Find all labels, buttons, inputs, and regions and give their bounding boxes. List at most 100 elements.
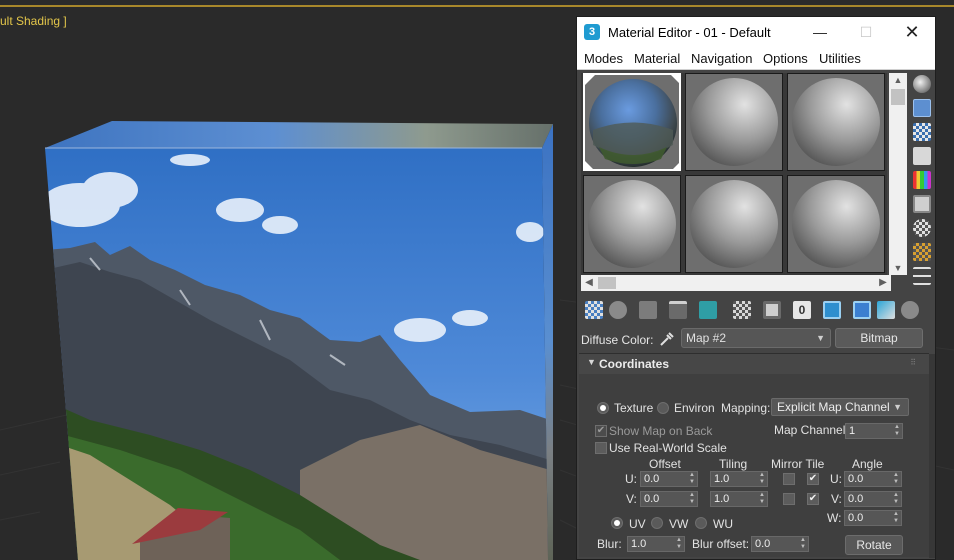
vw-label: VW — [669, 517, 689, 531]
sample-slot-3[interactable] — [787, 73, 885, 171]
close-button[interactable]: ✕ — [889, 17, 935, 48]
spinner-arrows-icon[interactable]: ▲ ▼ — [894, 424, 900, 438]
tiling-v-value: 1.0 — [714, 493, 730, 505]
reset-map-icon[interactable] — [669, 301, 687, 319]
window-title: Material Editor - 01 - Default — [608, 25, 771, 40]
go-forward-to-sibling-icon[interactable] — [901, 301, 919, 319]
offset-v-spinner[interactable]: 0.0 ▲ ▼ — [640, 491, 698, 507]
menu-material[interactable]: Material — [634, 51, 680, 66]
blur-spinner[interactable]: 1.0 ▲ ▼ — [627, 536, 685, 552]
eyedropper-icon[interactable] — [657, 330, 675, 348]
spinner-arrows-icon[interactable]: ▲ ▼ — [893, 492, 899, 506]
scroll-up-arrow-icon[interactable]: ▲ — [889, 73, 907, 87]
blur-label: Blur: — [597, 537, 622, 551]
menu-utilities[interactable]: Utilities — [819, 51, 861, 66]
angle-u-value: 0.0 — [848, 473, 864, 485]
scroll-down-arrow-icon[interactable]: ▼ — [889, 261, 907, 275]
sample-slot-5[interactable] — [685, 175, 783, 273]
spinner-arrows-icon[interactable]: ▲ ▼ — [893, 472, 899, 486]
blur-offset-spinner[interactable]: 0.0 ▲ ▼ — [751, 536, 809, 552]
sample-type-sphere-icon[interactable] — [913, 75, 931, 93]
use-real-world-scale-label: Use Real-World Scale — [609, 441, 727, 455]
tile-u-checkbox[interactable]: ✔ — [807, 473, 819, 485]
map-channel-label: Map Channel: — [774, 423, 849, 437]
uv-radio[interactable] — [611, 517, 623, 529]
tile-v-checkbox[interactable]: ✔ — [807, 493, 819, 505]
spinner-arrows-icon[interactable]: ▲ ▼ — [689, 492, 695, 506]
angle-w-spinner[interactable]: 0.0 ▲ ▼ — [844, 510, 902, 526]
make-material-copy-icon[interactable] — [699, 301, 717, 319]
texture-radio[interactable] — [597, 402, 609, 414]
scroll-left-arrow-icon[interactable]: ◀ — [581, 275, 597, 291]
slots-vertical-scrollbar[interactable]: ▲ ▼ — [889, 73, 907, 275]
sample-slot-4[interactable] — [583, 175, 681, 273]
sample-slot-6[interactable] — [787, 175, 885, 273]
rotate-button[interactable]: Rotate — [845, 535, 903, 555]
get-material-icon[interactable] — [585, 301, 603, 319]
mirror-v-checkbox[interactable] — [783, 493, 795, 505]
angle-v-spinner[interactable]: 0.0 ▲ ▼ — [844, 491, 902, 507]
show-shaded-material-in-viewport-icon[interactable] — [823, 301, 841, 319]
menu-bar: Modes Material Navigation Options Utilit… — [577, 48, 935, 70]
show-map-on-back-label: Show Map on Back — [609, 424, 713, 438]
scroll-right-arrow-icon[interactable]: ▶ — [875, 275, 891, 291]
menu-options[interactable]: Options — [763, 51, 808, 66]
wu-radio[interactable] — [695, 517, 707, 529]
material-editor-window[interactable]: 3 Material Editor - 01 - Default — ☐ ✕ M… — [576, 16, 936, 560]
spinner-arrows-icon[interactable]: ▲ ▼ — [676, 537, 682, 551]
material-id-channel-icon[interactable]: 0 — [793, 301, 811, 319]
map-name-dropdown[interactable]: Map #2 ▼ — [681, 328, 831, 348]
mapping-dropdown[interactable]: Explicit Map Channel ▼ — [771, 398, 909, 416]
background-checker-icon[interactable] — [913, 123, 931, 141]
select-by-material-icon[interactable] — [913, 243, 931, 261]
make-preview-icon[interactable] — [913, 195, 931, 213]
menu-modes[interactable]: Modes — [584, 51, 623, 66]
title-bar[interactable]: 3 Material Editor - 01 - Default — ☐ ✕ — [577, 17, 935, 48]
map-name-value: Map #2 — [686, 331, 727, 345]
angle-u-spinner[interactable]: 0.0 ▲ ▼ — [844, 471, 902, 487]
make-unique-icon[interactable] — [733, 301, 751, 319]
sample-slot-2[interactable] — [685, 73, 783, 171]
gray-sphere-preview — [690, 180, 778, 268]
video-color-check-icon[interactable] — [913, 171, 931, 189]
offset-u-spinner[interactable]: 0.0 ▲ ▼ — [640, 471, 698, 487]
tiling-header: Tiling — [719, 457, 748, 471]
material-toolbar: 0 — [581, 299, 931, 321]
angle-v-value: 0.0 — [848, 493, 864, 505]
backlight-icon[interactable] — [913, 99, 931, 117]
material-map-navigator-icon[interactable] — [913, 267, 931, 285]
maximize-button[interactable]: ☐ — [843, 17, 889, 48]
rollout-header[interactable]: ▼ Coordinates ⠿ — [579, 354, 929, 374]
rollout-scrollbar[interactable] — [929, 354, 935, 558]
scroll-thumb[interactable] — [598, 277, 616, 289]
go-to-parent-icon[interactable] — [877, 301, 895, 319]
map-type-button[interactable]: Bitmap — [835, 328, 923, 348]
mirror-u-checkbox[interactable] — [783, 473, 795, 485]
sample-uv-tiling-icon[interactable] — [913, 147, 931, 165]
options-icon[interactable] — [913, 219, 931, 237]
environ-radio[interactable] — [657, 402, 669, 414]
spinner-arrows-icon[interactable]: ▲ ▼ — [759, 472, 765, 486]
spinner-arrows-icon[interactable]: ▲ ▼ — [893, 511, 899, 525]
spinner-arrows-icon[interactable]: ▲ ▼ — [800, 537, 806, 551]
diffuse-color-label: Diffuse Color: — [581, 333, 654, 347]
map-channel-spinner[interactable]: 1 ▲ ▼ — [845, 423, 903, 439]
tiling-v-spinner[interactable]: 1.0 ▲ ▼ — [710, 491, 768, 507]
spinner-arrows-icon[interactable]: ▲ ▼ — [759, 492, 765, 506]
v-label: V: — [626, 492, 637, 506]
assign-material-to-selection-icon[interactable] — [639, 301, 657, 319]
slots-horizontal-scrollbar[interactable]: ◀ ▶ — [581, 275, 891, 291]
angle-u-label: U: — [830, 472, 842, 486]
show-end-result-icon[interactable] — [853, 301, 871, 319]
put-to-library-icon[interactable] — [763, 301, 781, 319]
tiling-u-spinner[interactable]: 1.0 ▲ ▼ — [710, 471, 768, 487]
sample-slot-1-textured[interactable] — [583, 73, 681, 171]
show-map-on-back-checkbox[interactable]: ✔ — [595, 425, 607, 437]
menu-navigation[interactable]: Navigation — [691, 51, 752, 66]
use-real-world-scale-checkbox[interactable] — [595, 442, 607, 454]
vw-radio[interactable] — [651, 517, 663, 529]
scroll-thumb[interactable] — [891, 89, 905, 105]
minimize-button[interactable]: — — [797, 17, 843, 48]
put-material-to-scene-icon[interactable] — [609, 301, 627, 319]
spinner-arrows-icon[interactable]: ▲ ▼ — [689, 472, 695, 486]
